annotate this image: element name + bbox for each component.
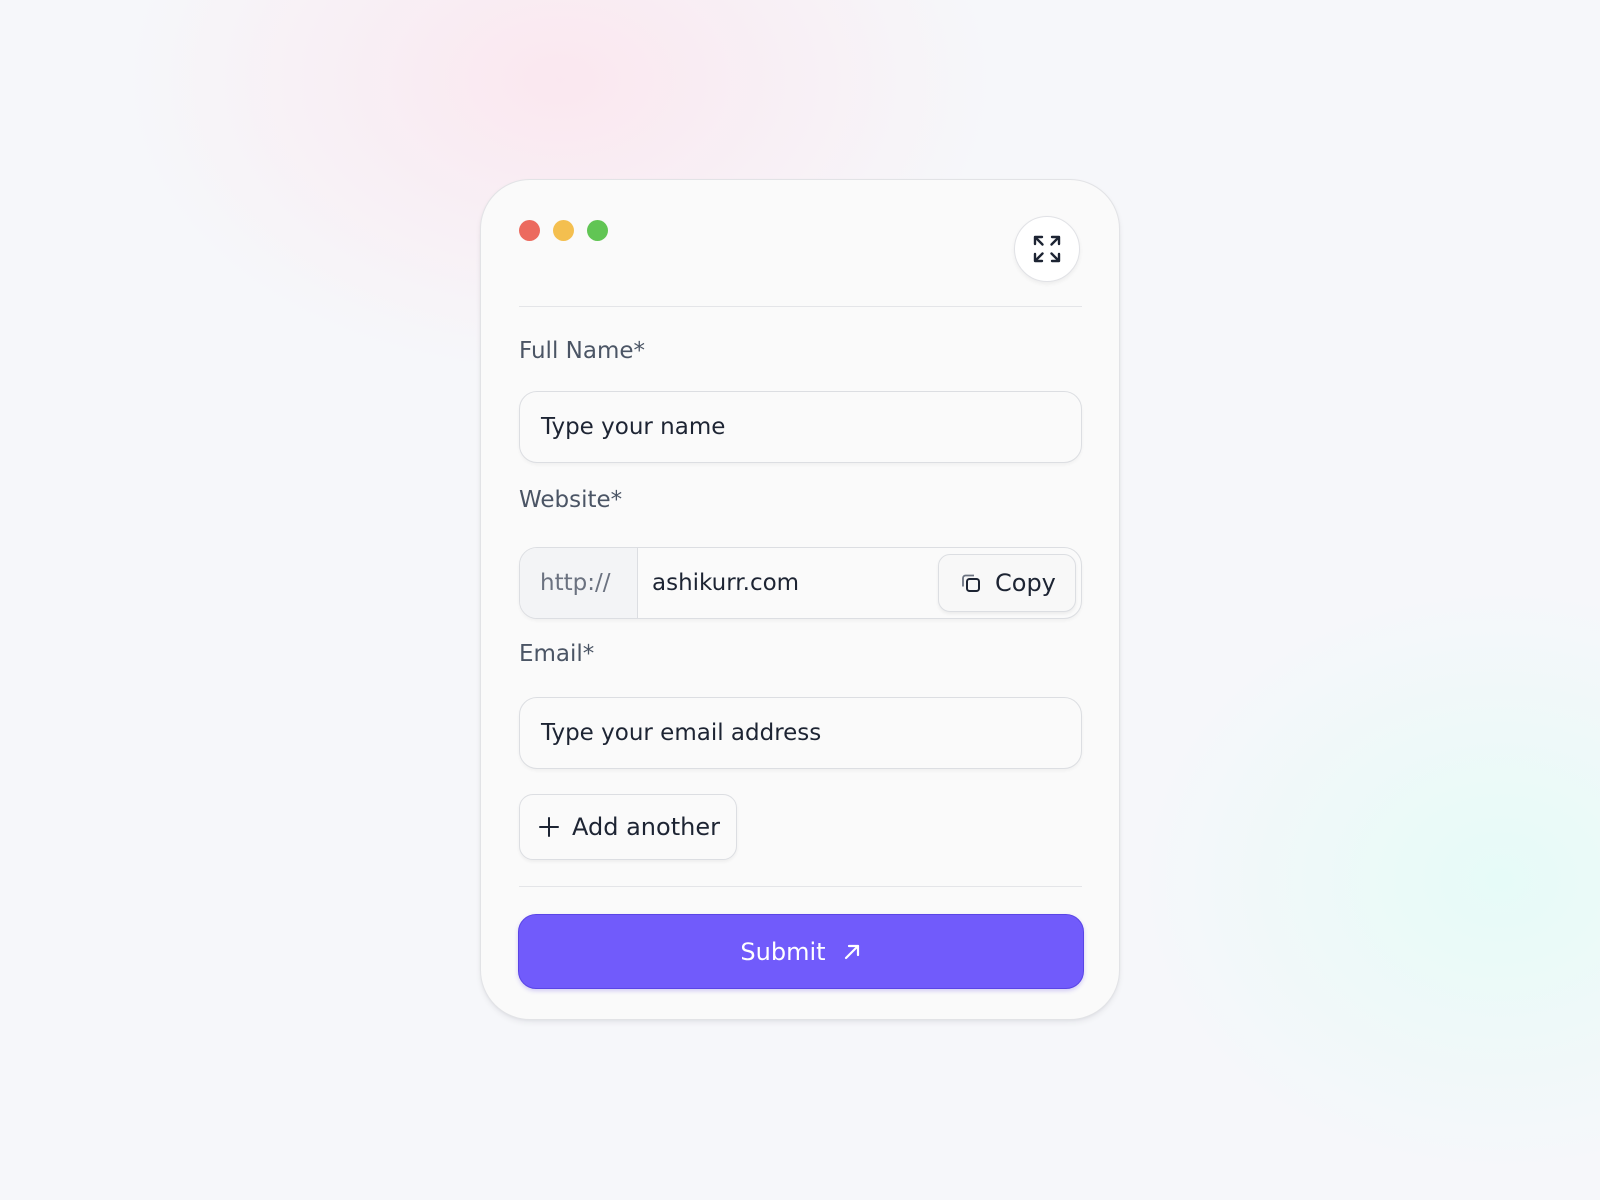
add-another-label: Add another xyxy=(572,813,720,841)
copy-icon xyxy=(959,571,983,595)
website-input[interactable]: ashikurr.com xyxy=(652,548,799,618)
minimize-window-button[interactable] xyxy=(553,220,574,241)
footer-divider xyxy=(519,886,1082,887)
submit-button[interactable]: Submit xyxy=(518,914,1084,989)
maximize-window-button[interactable] xyxy=(587,220,608,241)
email-placeholder: Type your email address xyxy=(541,720,822,746)
copy-button[interactable]: Copy xyxy=(938,554,1076,612)
plus-icon xyxy=(538,816,560,838)
copy-label: Copy xyxy=(995,569,1056,597)
submit-label: Submit xyxy=(740,937,826,966)
full-name-input[interactable]: Type your name xyxy=(519,391,1082,463)
header-divider xyxy=(519,306,1082,307)
expand-icon xyxy=(1032,234,1062,264)
website-field: http:// ashikurr.com Copy xyxy=(519,547,1082,619)
expand-button[interactable] xyxy=(1014,216,1080,282)
website-prefix: http:// xyxy=(520,548,638,618)
email-label: Email* xyxy=(519,641,595,667)
form-window: Full Name* Type your name Website* http:… xyxy=(480,179,1120,1020)
arrow-up-right-icon xyxy=(842,942,862,962)
full-name-label: Full Name* xyxy=(519,338,645,364)
close-window-button[interactable] xyxy=(519,220,540,241)
email-input[interactable]: Type your email address xyxy=(519,697,1082,769)
website-label: Website* xyxy=(519,487,623,513)
full-name-placeholder: Type your name xyxy=(541,414,726,440)
add-another-button[interactable]: Add another xyxy=(519,794,737,860)
